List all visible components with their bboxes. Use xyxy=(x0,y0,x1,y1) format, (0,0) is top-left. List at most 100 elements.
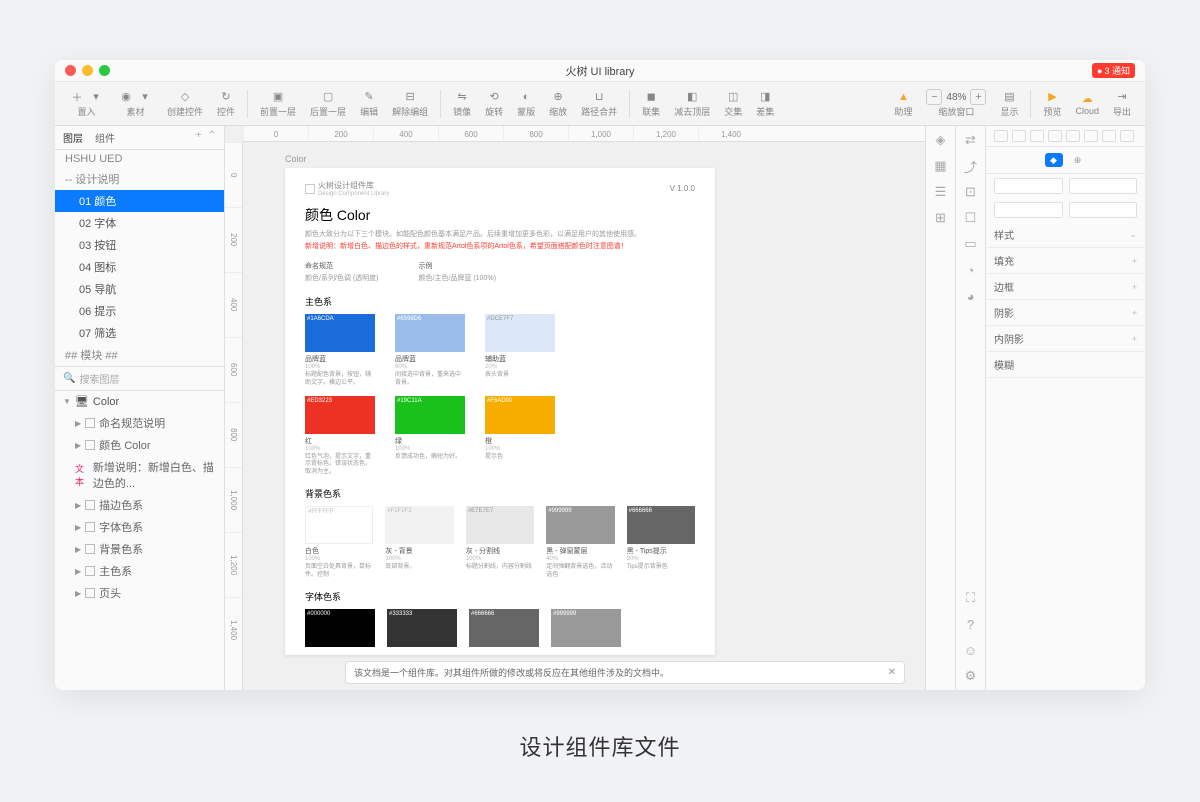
reverse-icon[interactable]: ⇄ xyxy=(963,132,979,148)
close-icon[interactable] xyxy=(65,65,76,76)
box-icon[interactable]: ☐ xyxy=(963,210,979,226)
grid-icon[interactable]: ▦ xyxy=(933,158,949,174)
h-field[interactable] xyxy=(1069,202,1138,218)
rotate-button[interactable]: ⟲旋转 xyxy=(479,88,509,120)
union-button[interactable]: ◼联集 xyxy=(636,88,666,120)
artboard-label[interactable]: Color xyxy=(285,154,307,164)
insert-button[interactable]: ＋▾置入 xyxy=(63,88,110,120)
display-button[interactable]: ▤显示 xyxy=(994,88,1024,120)
color-swatch[interactable]: #666666 黑 - Tips提示90% Tips提示背景色 xyxy=(627,506,695,580)
layout-icon[interactable]: ▭ xyxy=(963,236,979,252)
ungroup-button[interactable]: ⊟解除编组 xyxy=(386,88,434,120)
add-icon[interactable]: + xyxy=(196,130,202,145)
sidebar-item[interactable]: 05 导航 xyxy=(55,278,224,300)
user-icon[interactable]: ☺ xyxy=(963,642,979,658)
color-swatch[interactable]: #F2F2F2 灰 - 背景100% 底部背景。 xyxy=(385,506,453,580)
gift-icon[interactable]: ⛶ xyxy=(963,590,979,606)
minimize-icon[interactable] xyxy=(82,65,93,76)
color-swatch[interactable]: #1A6CDA 品牌蓝100% 标题配色背景，按钮，辅助文字。横边公平。 xyxy=(305,314,375,388)
w-field[interactable] xyxy=(994,202,1063,218)
caption: 设计组件库文件 xyxy=(519,730,680,762)
clock-icon[interactable]: ◔ xyxy=(963,262,979,278)
color-swatch[interactable]: #F6AD00 橙100% 提示色 xyxy=(485,396,555,477)
blur-section[interactable]: 模糊 xyxy=(986,352,1145,378)
gear-icon[interactable]: ⚙ xyxy=(963,668,979,684)
sidebar-item[interactable]: 03 按钮 xyxy=(55,234,224,256)
collapse-icon[interactable]: ⌃ xyxy=(208,130,216,145)
subtract-button[interactable]: ◧减去顶层 xyxy=(668,88,716,120)
preview-button[interactable]: ▶预览 xyxy=(1037,88,1067,120)
layer-item[interactable]: ▶颜色 Color xyxy=(55,434,224,456)
border-section[interactable]: 边框+ xyxy=(986,274,1145,300)
color-swatch[interactable]: #333333 xyxy=(387,609,457,647)
export-button[interactable]: ⇥导出 xyxy=(1107,88,1137,120)
plugin-icon[interactable]: ◈ xyxy=(933,132,949,148)
color-swatch[interactable]: #E7E7E7 灰 - 分割线100% 标题分割线，内容分割线 xyxy=(466,506,534,580)
back-button[interactable]: ▢后置一层 xyxy=(304,88,352,120)
controls-button[interactable]: ↻控件 xyxy=(211,88,241,120)
mask-button[interactable]: ◐蒙版 xyxy=(511,88,541,120)
layer-item[interactable]: ▶背景色系 xyxy=(55,538,224,560)
table-icon[interactable]: ⊞ xyxy=(933,210,949,226)
close-icon[interactable]: ✕ xyxy=(888,667,896,678)
pie-icon[interactable]: ◕ xyxy=(963,288,979,304)
x-field[interactable] xyxy=(994,178,1063,194)
inspector-tab-design[interactable]: ◆ xyxy=(1045,153,1063,167)
sidebar-item[interactable]: 02 字体 xyxy=(55,212,224,234)
layer-root[interactable]: ▼🖥 Color xyxy=(55,391,224,412)
color-swatch[interactable]: #999999 xyxy=(551,609,621,647)
color-swatch[interactable]: #DCE7F7 辅助蓝20% 表头背景 xyxy=(485,314,555,388)
shadow-section[interactable]: 阴影+ xyxy=(986,300,1145,326)
styles-section[interactable]: 样式⌄ xyxy=(986,222,1145,248)
sidebar-item[interactable]: 04 图标 xyxy=(55,256,224,278)
zoom-window[interactable]: −48%+ 缩放窗口 xyxy=(920,87,992,120)
tab-components[interactable]: 组件 xyxy=(95,130,115,145)
titlebar: 火树 UI library ● 3 通知 xyxy=(55,60,1145,82)
search-input[interactable]: 🔍 搜索图层 xyxy=(55,366,224,390)
inner-shadow-section[interactable]: 内阴影+ xyxy=(986,326,1145,352)
intersect-button[interactable]: ◫交集 xyxy=(718,88,748,120)
create-button[interactable]: ◇创建控件 xyxy=(161,88,209,120)
assets-button[interactable]: ◉▾素材 xyxy=(112,88,159,120)
edit-button[interactable]: ✎编辑 xyxy=(354,88,384,120)
front-button[interactable]: ▣前置一层 xyxy=(254,88,302,120)
color-swatch[interactable]: #19C11A 绿100% 反馈成功色，确短为好。 xyxy=(395,396,465,477)
color-swatch[interactable]: #000000 xyxy=(305,609,375,647)
tab-layers[interactable]: 图层 xyxy=(63,130,83,145)
color-swatch[interactable]: #6598D6 品牌蓝60% 间接选中背景，重来选中背景。 xyxy=(395,314,465,388)
cloud-button[interactable]: ☁Cloud xyxy=(1069,89,1105,118)
color-swatch[interactable]: #666666 xyxy=(469,609,539,647)
zoom-in-icon[interactable]: + xyxy=(970,89,986,105)
app-icon[interactable]: ⊡ xyxy=(963,184,979,200)
artboard[interactable]: 火树设计组件库Design Component Library V 1.0.0 … xyxy=(285,168,715,655)
color-swatch[interactable]: #999999 黑 - 弹窗蒙层40% 定间弹翻背景选色，活动选色 xyxy=(546,506,614,580)
y-field[interactable] xyxy=(1069,178,1138,194)
layer-item[interactable]: ▶命名规范说明 xyxy=(55,412,224,434)
help-icon[interactable]: ? xyxy=(963,616,979,632)
helper-button[interactable]: ▲助理 xyxy=(888,88,918,120)
export-icon[interactable]: ⤴ xyxy=(963,158,979,174)
layer-item[interactable]: ▶页头 xyxy=(55,582,224,604)
diff-button[interactable]: ◨差集 xyxy=(750,88,780,120)
list-icon[interactable]: ☰ xyxy=(933,184,949,200)
layer-item[interactable]: ▶描边色系 xyxy=(55,494,224,516)
color-swatch[interactable]: #FFFFFF 白色100% 页面空白处具背景，鼠标件。控制 xyxy=(305,506,373,580)
layer-item[interactable]: 文本新增说明：新增白色、描边色的... xyxy=(55,456,224,494)
mirror-button[interactable]: ⇋镜像 xyxy=(447,88,477,120)
combine-button[interactable]: ⊔路径合并 xyxy=(575,88,623,120)
zoom-button[interactable]: ⊕缩放 xyxy=(543,88,573,120)
maximize-icon[interactable] xyxy=(99,65,110,76)
ruler-vertical: 02004006008001,0001,2001,400 xyxy=(225,142,243,690)
align-left-icon[interactable] xyxy=(994,130,1008,142)
layer-item[interactable]: ▶主色系 xyxy=(55,560,224,582)
color-swatch[interactable]: #ED3223 红100% 红色气泡，提示文字，重示背标色，错误状态色，取消为主… xyxy=(305,396,375,477)
zoom-out-icon[interactable]: − xyxy=(926,89,942,105)
sidebar-item[interactable]: 06 提示 xyxy=(55,300,224,322)
sidebar-item[interactable]: 07 筛选 xyxy=(55,322,224,344)
sidebar-item-color[interactable]: 01 颜色 xyxy=(55,190,224,212)
inspector-tab-prototype[interactable]: ⊕ xyxy=(1069,153,1087,167)
notification-badge[interactable]: ● 3 通知 xyxy=(1092,63,1135,78)
layer-item[interactable]: ▶字体色系 xyxy=(55,516,224,538)
canvas[interactable]: 02004006008001,0001,2001,400 02004006008… xyxy=(225,126,925,690)
fill-section[interactable]: 填充+ xyxy=(986,248,1145,274)
